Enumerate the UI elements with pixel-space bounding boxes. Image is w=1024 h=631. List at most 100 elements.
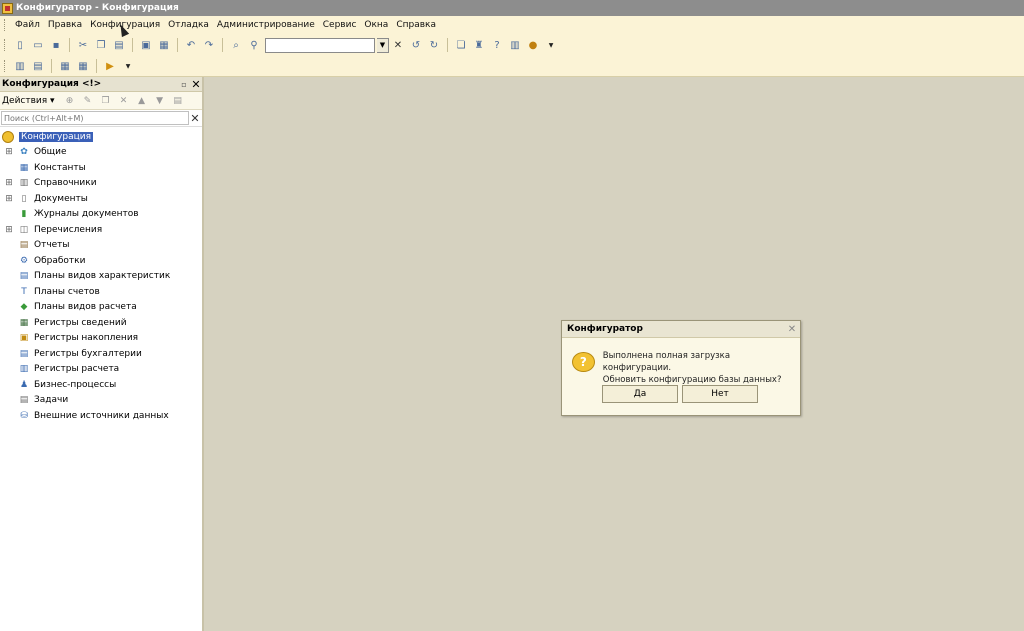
tree-root-label: Конфигурация bbox=[19, 131, 93, 142]
tree-item[interactable]: ▥ Регистры расчета bbox=[0, 362, 202, 378]
panel-search-input[interactable] bbox=[1, 111, 189, 125]
tree-item-label: Планы видов расчета bbox=[34, 302, 137, 313]
open-icon[interactable]: ▭ bbox=[30, 37, 46, 53]
tree-item-label: Задачи bbox=[34, 395, 69, 406]
add-icon[interactable]: ⊕ bbox=[63, 94, 77, 108]
find-next-icon[interactable]: ↻ bbox=[426, 37, 442, 53]
question-icon: ? bbox=[572, 352, 595, 372]
assistant-icon[interactable]: ♜ bbox=[471, 37, 487, 53]
expand-icon[interactable]: ⊞ bbox=[4, 178, 14, 188]
tree-item[interactable]: ⊞ ▥ Справочники bbox=[0, 176, 202, 192]
tree-item[interactable]: ▣ Регистры накопления bbox=[0, 331, 202, 347]
info-icon[interactable]: ● bbox=[525, 37, 541, 53]
expand-icon[interactable]: ⊞ bbox=[4, 147, 14, 157]
tree-item-label: Внешние источники данных bbox=[34, 410, 169, 421]
cut-icon[interactable]: ✂ bbox=[75, 37, 91, 53]
tree-item[interactable]: ♟ Бизнес-процессы bbox=[0, 377, 202, 393]
chevron-down-icon[interactable]: ▼ bbox=[120, 58, 136, 74]
window-title: Конфигуратор - Конфигурация bbox=[16, 3, 179, 13]
tree-item[interactable]: ▤ Регистры бухгалтерии bbox=[0, 346, 202, 362]
business-processes-icon: ♟ bbox=[19, 379, 29, 390]
tree-item[interactable]: ⊞ ✿ Общие bbox=[0, 145, 202, 161]
menu-windows[interactable]: Окна bbox=[360, 17, 392, 33]
search-icon[interactable]: ⚲ bbox=[246, 37, 262, 53]
chevron-down-icon[interactable]: ▼ bbox=[377, 37, 389, 53]
no-button[interactable]: Нет bbox=[682, 385, 758, 403]
tree-item[interactable]: ▤ Отчеты bbox=[0, 238, 202, 254]
menu-file[interactable]: Файл bbox=[11, 17, 44, 33]
documents-icon: ▯ bbox=[21, 193, 27, 204]
tree-item[interactable]: ▤ Задачи bbox=[0, 393, 202, 409]
preview-icon[interactable]: ▦ bbox=[156, 37, 172, 53]
move-up-icon[interactable]: ▲ bbox=[135, 94, 149, 108]
help-book-icon[interactable]: ▥ bbox=[507, 37, 523, 53]
edit-icon[interactable]: ✎ bbox=[81, 94, 95, 108]
reports-icon: ▤ bbox=[19, 240, 29, 251]
config-tree-icon[interactable]: ▥ bbox=[12, 58, 28, 74]
find-prev-icon[interactable]: ↺ bbox=[408, 37, 424, 53]
undo-icon[interactable]: ↶ bbox=[183, 37, 199, 53]
redo-icon[interactable]: ↷ bbox=[201, 37, 217, 53]
expand-icon[interactable]: ⊞ bbox=[4, 225, 14, 235]
menu-help[interactable]: Справка bbox=[392, 17, 440, 33]
tree-item[interactable]: ▦ Константы bbox=[0, 160, 202, 176]
paste-icon[interactable]: ▤ bbox=[111, 37, 127, 53]
clear-search-icon[interactable]: ✕ bbox=[189, 112, 201, 125]
document-icon[interactable]: ▤ bbox=[30, 58, 46, 74]
copy-icon[interactable]: ❐ bbox=[93, 37, 109, 53]
toolbar-grip[interactable] bbox=[4, 39, 7, 51]
menubar-grip[interactable] bbox=[4, 19, 7, 31]
confirm-dialog: Конфигуратор ✕ ? Выполнена полная загруз… bbox=[561, 320, 801, 416]
save-icon[interactable]: ▪ bbox=[48, 37, 64, 53]
help-context-icon[interactable]: ? bbox=[489, 37, 505, 53]
tree-item[interactable]: ⚙ Обработки bbox=[0, 253, 202, 269]
tree-item[interactable]: ▤ Планы видов характеристик bbox=[0, 269, 202, 285]
table-icon[interactable]: ▦ bbox=[75, 58, 91, 74]
database-icon[interactable]: ▦ bbox=[57, 58, 73, 74]
menu-edit[interactable]: Правка bbox=[44, 17, 86, 33]
clear-search-icon[interactable]: ✕ bbox=[390, 37, 406, 53]
tree-item[interactable]: ⊞ ◫ Перечисления bbox=[0, 222, 202, 238]
chevron-down-icon[interactable]: ▼ bbox=[543, 37, 559, 53]
menu-service[interactable]: Сервис bbox=[319, 17, 361, 33]
toolbar-grip[interactable] bbox=[4, 60, 7, 72]
tree-item[interactable]: ▮ Журналы документов bbox=[0, 207, 202, 223]
toolbar-separator bbox=[51, 59, 52, 73]
run-debug-icon[interactable]: ▶ bbox=[102, 58, 118, 74]
delete-icon[interactable]: ✕ bbox=[117, 94, 131, 108]
tree-item[interactable]: ◆ Планы видов расчета bbox=[0, 300, 202, 316]
search-combo[interactable] bbox=[265, 37, 375, 53]
tree-item-label: Планы счетов bbox=[34, 286, 100, 297]
tree-item[interactable]: ⛁ Внешние источники данных bbox=[0, 408, 202, 424]
windows-icon[interactable]: ❏ bbox=[453, 37, 469, 53]
tree-item[interactable]: ⊞ ▯ Документы bbox=[0, 191, 202, 207]
dialog-close-icon[interactable]: ✕ bbox=[784, 324, 800, 335]
window-titlebar: Конфигуратор - Конфигурация bbox=[0, 0, 1024, 16]
toolbar-separator bbox=[222, 38, 223, 52]
secondary-toolbar: ▥ ▤ ▦ ▦ ▶ ▼ bbox=[0, 56, 1024, 77]
panel-search-row: ✕ bbox=[0, 110, 202, 127]
expand-icon[interactable]: ⊞ bbox=[4, 194, 14, 204]
new-icon[interactable]: ▯ bbox=[12, 37, 28, 53]
menu-administration[interactable]: Администрирование bbox=[213, 17, 319, 33]
tree-item-label: Отчеты bbox=[34, 240, 70, 251]
menu-debug[interactable]: Отладка bbox=[164, 17, 213, 33]
close-icon[interactable]: ✕ bbox=[190, 78, 202, 91]
pin-icon[interactable]: ▫ bbox=[178, 80, 190, 89]
toolbar-separator bbox=[96, 59, 97, 73]
yes-button[interactable]: Да bbox=[602, 385, 678, 403]
sort-icon[interactable]: ▤ bbox=[171, 94, 185, 108]
configuration-icon bbox=[2, 130, 14, 143]
find-in-tree-icon[interactable]: ⌕ bbox=[228, 37, 244, 53]
external-sources-icon: ⛁ bbox=[20, 410, 28, 421]
actions-menu-button[interactable]: Действия ▾ bbox=[2, 96, 55, 106]
move-down-icon[interactable]: ▼ bbox=[153, 94, 167, 108]
print-icon[interactable]: ▣ bbox=[138, 37, 154, 53]
tree-item[interactable]: T Планы счетов bbox=[0, 284, 202, 300]
tree-item[interactable]: ▦ Регистры сведений bbox=[0, 315, 202, 331]
copy-icon[interactable]: ❐ bbox=[99, 94, 113, 108]
tree-root[interactable]: Конфигурация bbox=[0, 129, 202, 145]
